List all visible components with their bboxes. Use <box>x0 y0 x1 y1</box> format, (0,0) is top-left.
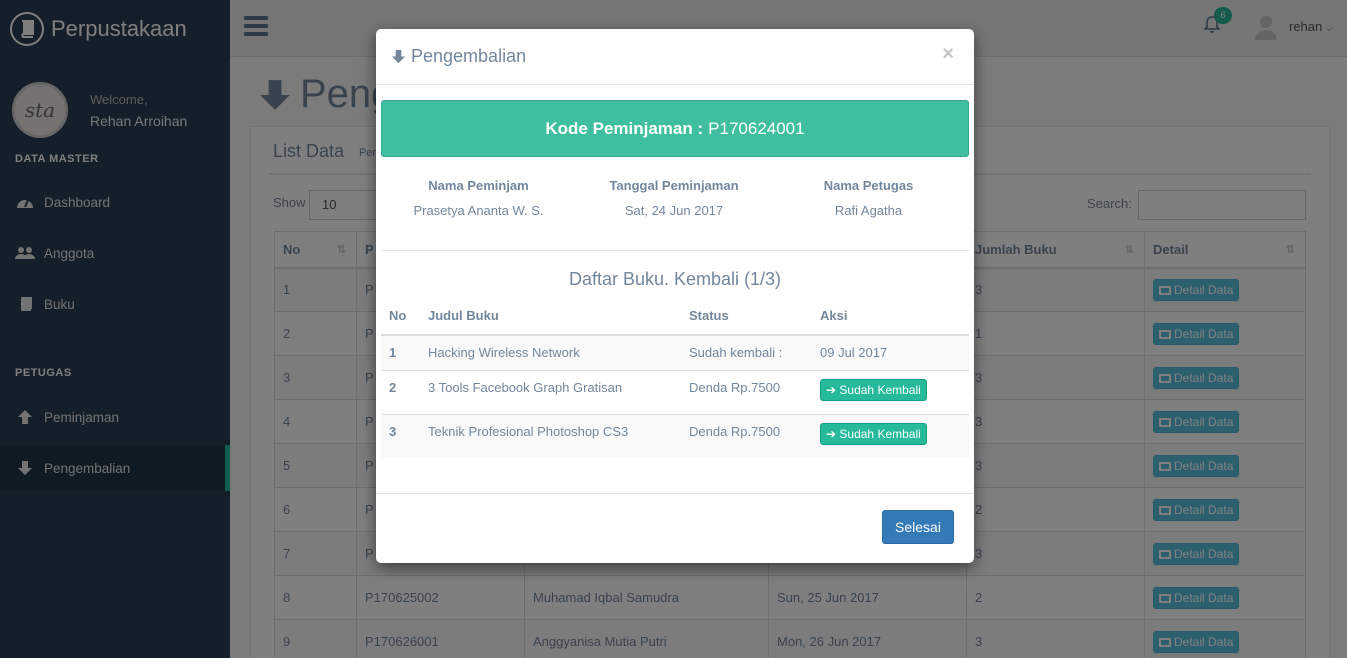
info-tanggal-peminjaman: Tanggal Peminjaman Sat, 24 Jun 2017 <box>609 178 739 218</box>
modal-footer: Selesai <box>376 493 974 563</box>
modal-title: Pengembalian <box>411 46 527 66</box>
book-table: No Judul Buku Status Aksi 1 Hacking Wire… <box>381 297 969 458</box>
close-icon[interactable]: × <box>942 43 954 66</box>
selesai-button[interactable]: Selesai <box>882 510 954 544</box>
loan-info: Nama Peminjam Prasetya Ananta W. S. Tang… <box>376 178 974 218</box>
divider <box>381 250 969 251</box>
arrow-down-icon <box>391 49 406 64</box>
column-header: No <box>381 297 420 336</box>
column-header: Judul Buku <box>420 297 681 336</box>
info-nama-peminjam: Nama Peminjam Prasetya Ananta W. S. <box>413 178 544 218</box>
kode-peminjaman-banner: Kode Peminjaman : P170624001 <box>381 100 969 157</box>
arrow-right-icon: ➔ <box>826 382 837 397</box>
pengembalian-modal: Pengembalian × Kode Peminjaman : P170624… <box>376 29 974 563</box>
column-header: Aksi <box>812 297 969 336</box>
kode-label: Kode Peminjaman : <box>545 118 704 138</box>
table-row: 1 Hacking Wireless Network Sudah kembali… <box>381 334 969 370</box>
sudah-kembali-button[interactable]: ➔ Sudah Kembali <box>820 422 927 445</box>
sudah-kembali-button[interactable]: ➔ Sudah Kembali <box>820 378 927 401</box>
column-header: Status <box>681 297 812 336</box>
modal-header: Pengembalian <box>376 29 974 85</box>
arrow-right-icon: ➔ <box>826 426 837 441</box>
book-list-title: Daftar Buku. Kembali (1/3) <box>568 269 782 289</box>
return-date: 09 Jul 2017 <box>812 334 969 370</box>
table-row: 2 3 Tools Facebook Graph Gratisan Denda … <box>381 369 969 414</box>
table-row: 3 Teknik Profesional Photoshop CS3 Denda… <box>381 413 969 458</box>
kode-value: P170624001 <box>708 118 805 138</box>
info-nama-petugas: Nama Petugas Rafi Agatha <box>823 178 914 218</box>
